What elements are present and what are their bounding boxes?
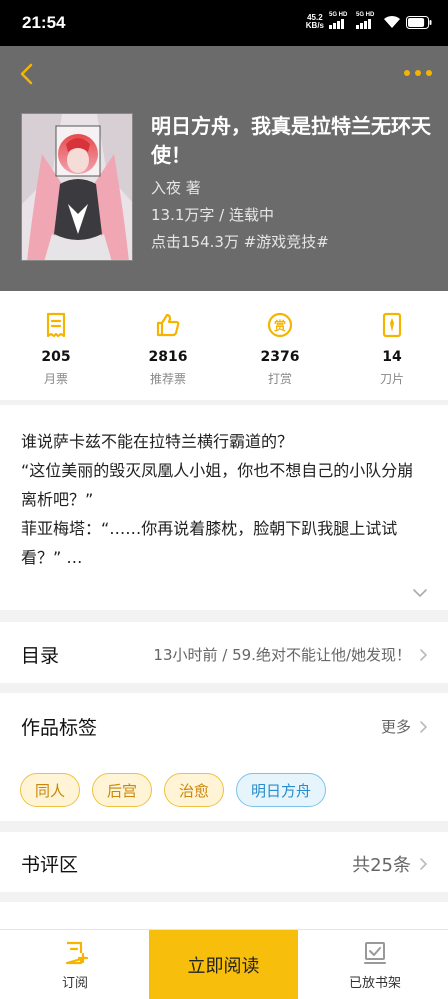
chevron-right-icon	[420, 648, 428, 661]
stat-value: 2376	[260, 349, 300, 365]
on-shelf-label: 已放书架	[348, 975, 401, 991]
signal-sim2-icon: 5G HD	[356, 12, 378, 29]
reviews-count-label: 共25条	[352, 855, 411, 876]
tags-more-button[interactable]: 更多	[381, 716, 428, 737]
status-indicators: 45.2 KB/s 5G HD 5G HD	[306, 12, 432, 30]
bottom-action-bar: 订阅 立即阅读 已放书架	[0, 929, 448, 999]
tags-title: 作品标签	[21, 717, 98, 739]
chevron-right-icon	[420, 720, 428, 733]
thumbs-up-icon	[156, 313, 180, 337]
book-intro[interactable]: 谁说萨卡兹不能在拉特兰横行霸道的？ “这位美丽的毁灭凤凰人小姐，你也不想自己的小…	[0, 405, 448, 610]
stat-label: 打赏	[267, 372, 292, 386]
cover-art	[22, 114, 132, 260]
net-speed-unit: KB/s	[305, 21, 324, 30]
stat-blade[interactable]: 14 刀片	[336, 291, 448, 400]
book-cover[interactable]	[21, 113, 133, 261]
stat-recommend[interactable]: 2816 推荐票	[112, 291, 224, 400]
reviews-count: 共25条	[352, 851, 428, 877]
reward-coin-icon: 赏	[267, 312, 293, 338]
stat-value: 2816	[148, 349, 188, 365]
status-time: 21:54	[22, 13, 66, 32]
intro-line: “这位美丽的毁灭凤凰人小姐，你也不想自己的小队分崩离析吧？”	[21, 461, 414, 509]
stat-value: 14	[382, 349, 402, 365]
svg-text:赏: 赏	[274, 318, 286, 333]
status-bar: 21:54 45.2 KB/s 5G HD 5G HD	[0, 0, 448, 46]
tag-chip[interactable]: 明日方舟	[236, 773, 327, 807]
net-speed: 45.2 KB/s	[306, 14, 324, 30]
book-clicks-tag: 点击154.3万 #游戏竞技#	[151, 233, 329, 251]
reviews-row[interactable]: 书评区 共25条	[0, 832, 448, 892]
toc-latest-chapter: 13小时前 / 59.绝对不能让他/她发现！	[153, 644, 428, 665]
tags-section: 作品标签 更多 同人 后宫 治愈 明日方舟	[0, 693, 448, 821]
shelf-check-icon	[364, 941, 386, 964]
subscribe-icon	[65, 941, 88, 964]
toc-latest-label: 13小时前 / 59.绝对不能让他/她发现！	[153, 646, 411, 664]
book-author[interactable]: 入夜 著	[151, 177, 201, 198]
stat-value: 205	[41, 349, 71, 365]
tags-more-label: 更多	[380, 718, 411, 736]
subscribe-label: 订阅	[61, 975, 88, 991]
chevron-left-icon[interactable]	[14, 60, 42, 88]
stat-label: 月票	[43, 372, 68, 386]
read-now-button[interactable]: 立即阅读	[149, 930, 298, 999]
stat-reward[interactable]: 赏 2376 打赏	[224, 291, 336, 400]
chevron-down-icon[interactable]	[412, 588, 428, 598]
signal-sim1-icon: 5G HD	[329, 12, 351, 29]
blade-card-icon	[382, 312, 402, 338]
book-header: 明日方舟，我真是拉特兰无环天使！ 入夜 著 13.1万字 / 连载中 点击154…	[0, 46, 448, 291]
stats-bar: 205 月票 2816 推荐票 赏 2376 打赏 14 刀片	[0, 291, 448, 400]
book-title: 明日方舟，我真是拉特兰无环天使！	[151, 114, 431, 167]
sim2-label: 5G HD	[356, 12, 375, 18]
book-words-status: 13.1万字 / 连载中	[151, 206, 274, 224]
on-shelf-button[interactable]: 已放书架	[335, 930, 415, 999]
tag-chip[interactable]: 同人	[20, 773, 81, 807]
chevron-right-icon	[420, 858, 428, 870]
tag-list: 同人 后宫 治愈 明日方舟	[20, 773, 327, 807]
tag-chip[interactable]: 治愈	[164, 773, 225, 807]
tag-chip[interactable]: 后宫	[92, 773, 153, 807]
toc-title: 目录	[21, 645, 60, 667]
intro-line: 菲亚梅塔：“……你再说着膝枕，脸朝下趴我腿上试试看？” …	[21, 519, 398, 567]
monthly-ticket-icon	[46, 312, 66, 338]
intro-line: 谁说萨卡兹不能在拉特兰横行霸道的？	[21, 432, 294, 451]
stat-label: 刀片	[379, 372, 404, 386]
stat-label: 推荐票	[149, 372, 186, 386]
reviews-title: 书评区	[21, 854, 79, 876]
sim1-label: 5G HD	[329, 12, 348, 18]
subscribe-button[interactable]: 订阅	[40, 930, 110, 999]
battery-icon	[406, 15, 432, 29]
more-dots-icon[interactable]	[400, 62, 436, 84]
toc-row[interactable]: 目录 13小时前 / 59.绝对不能让他/她发现！	[0, 622, 448, 683]
wifi-icon	[384, 15, 400, 28]
content-spacer	[0, 902, 448, 929]
stat-monthly-ticket[interactable]: 205 月票	[0, 291, 112, 400]
